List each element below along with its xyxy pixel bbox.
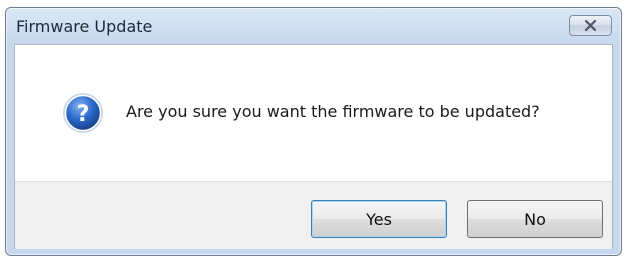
question-icon: ? [63,93,103,133]
close-button[interactable] [569,15,612,36]
close-icon [584,19,597,32]
button-bar: Yes No [15,181,612,249]
window-title: Firmware Update [16,17,153,36]
svg-text:?: ? [77,102,90,127]
yes-button[interactable]: Yes [311,200,447,238]
dialog-body: ? Are you sure you want the firmware to … [14,44,613,249]
dialog-message: Are you sure you want the firmware to be… [126,102,540,121]
dialog-window: Firmware Update ? Are you sure you want … [5,7,622,256]
message-area: ? Are you sure you want the firmware to … [15,45,612,181]
no-button[interactable]: No [467,200,603,238]
title-bar[interactable]: Firmware Update [6,8,621,44]
